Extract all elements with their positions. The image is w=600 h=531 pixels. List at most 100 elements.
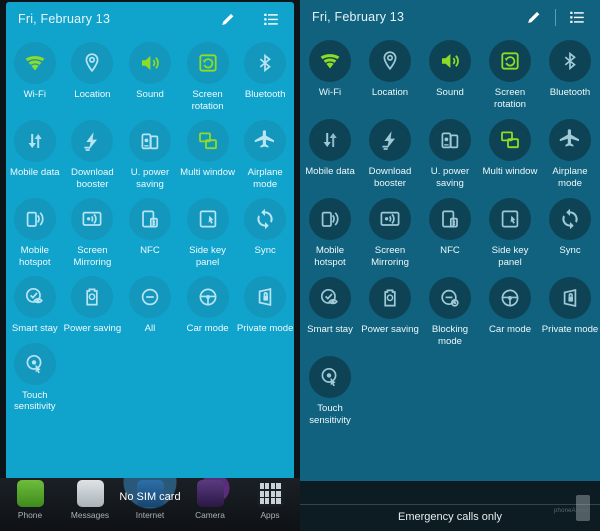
toggle-smart-stay[interactable]: Smart stay [300, 273, 360, 352]
list-icon[interactable] [566, 6, 588, 28]
touch-sensitivity-icon [309, 356, 351, 398]
toggle-bluetooth[interactable]: Bluetooth [236, 38, 294, 116]
home-screen-background: Phone Messages Internet Camera Apps No S… [0, 478, 300, 531]
sync-icon [244, 198, 287, 240]
toggle-label: Private mode [541, 324, 599, 335]
wifi-icon [13, 42, 56, 84]
no-sim-toast: No SIM card [119, 491, 181, 503]
toggle-screen-mirroring[interactable]: Screen Mirroring [360, 194, 420, 273]
toggle-mobile-data[interactable]: Mobile data [6, 116, 64, 194]
toggle-car-mode[interactable]: Car mode [480, 273, 540, 352]
blocking-mode-icon [429, 277, 471, 319]
power-saving-battery-icon [369, 277, 411, 319]
toggle-nfc[interactable]: NFC [420, 194, 480, 273]
toggle-label: Sound [136, 89, 164, 100]
dock-item-phone[interactable]: Phone [0, 478, 60, 531]
toggle-sound[interactable]: Sound [420, 36, 480, 115]
sync-icon [549, 198, 591, 240]
toggle-wifi[interactable]: Wi-Fi [300, 36, 360, 115]
toggle-label: Mobile hotspot [19, 245, 51, 268]
toggle-ultra-power-saving[interactable]: U. power saving [420, 115, 480, 194]
dual-screenshot-comparison: Fri, February 13 Wi-Fi Location Sound Sc… [0, 0, 600, 531]
dock-item-messages[interactable]: Messages [60, 478, 120, 531]
toggle-bluetooth[interactable]: Bluetooth [540, 36, 600, 115]
toggle-ultra-power-saving[interactable]: U. power saving [121, 116, 179, 194]
toggle-airplane-mode[interactable]: Airplane mode [540, 115, 600, 194]
toggle-multi-window[interactable]: Multi window [480, 115, 540, 194]
home-dock: Phone Messages Internet Camera Apps [0, 478, 300, 531]
toggle-sound[interactable]: Sound [121, 38, 179, 116]
toggle-airplane-mode[interactable]: Airplane mode [236, 116, 294, 194]
list-icon[interactable] [260, 8, 282, 30]
toggle-label: U. power saving [130, 167, 170, 190]
toggle-label: Touch sensitivity [309, 403, 351, 426]
toggle-screen-mirroring[interactable]: Screen Mirroring [64, 194, 122, 272]
toggle-touch-sensitivity[interactable]: Touch sensitivity [300, 352, 360, 431]
dock-label: Apps [260, 510, 280, 520]
toggle-label: Smart stay [307, 324, 353, 335]
screen-rotation-icon [489, 40, 531, 82]
watermark-label: phoneArena [554, 508, 589, 514]
smart-stay-eye-icon [13, 276, 56, 318]
toggle-location[interactable]: Location [64, 38, 122, 116]
toggle-label: Touch sensitivity [14, 389, 56, 413]
toggle-mobile-hotspot[interactable]: Mobile hotspot [6, 194, 64, 272]
toggle-private-mode[interactable]: Private mode [236, 272, 294, 339]
toggle-label: Screen rotation [494, 87, 526, 110]
divider-line [300, 504, 600, 505]
dock-label: Messages [70, 510, 110, 520]
toggle-touch-sensitivity[interactable]: Touch sensitivity [6, 339, 64, 417]
toggle-private-mode[interactable]: Private mode [540, 273, 600, 352]
toggle-sync[interactable]: Sync [540, 194, 600, 273]
toggle-sync[interactable]: Sync [236, 194, 294, 272]
mobile-data-icon [13, 120, 56, 162]
toggle-location[interactable]: Location [360, 36, 420, 115]
toggle-side-key-panel[interactable]: Side key panel [480, 194, 540, 273]
toggle-placeholder [360, 352, 420, 431]
nfc-icon [128, 198, 171, 240]
toggle-power-saving[interactable]: Power saving [64, 272, 121, 339]
toggle-wifi[interactable]: Wi-Fi [6, 38, 64, 116]
toggle-download-booster[interactable]: Download booster [64, 116, 122, 194]
power-saving-battery-icon [71, 276, 114, 318]
toggle-row: Mobile data Download booster U. power sa… [300, 115, 600, 194]
ultra-power-saving-icon [429, 119, 471, 161]
toggle-label: Location [74, 89, 111, 100]
toggle-screen-rotation[interactable]: Screen rotation [480, 36, 540, 115]
screen-mirroring-icon [369, 198, 411, 240]
toggle-power-saving[interactable]: Power saving [360, 273, 420, 352]
ultra-power-saving-icon [128, 120, 171, 162]
toggle-mobile-hotspot[interactable]: Mobile hotspot [300, 194, 360, 273]
panel-header-right: Fri, February 13 [300, 0, 600, 34]
toggle-blocking-mode[interactable]: Blocking mode [420, 273, 480, 352]
toggle-row: Smart stay Power saving [6, 272, 294, 339]
toggle-car-mode[interactable]: Car mode [179, 272, 237, 339]
toggle-download-booster[interactable]: Download booster [360, 115, 420, 194]
toggle-mobile-data[interactable]: Mobile data [300, 115, 360, 194]
dock-item-apps[interactable]: Apps [240, 478, 300, 531]
toggle-all[interactable]: All [121, 272, 179, 339]
toggle-label: Mobile data [305, 166, 355, 177]
toggle-label: Car mode [488, 324, 532, 335]
left-screen: Fri, February 13 Wi-Fi Location Sound Sc… [0, 0, 300, 531]
toggle-screen-rotation[interactable]: Screen rotation [179, 38, 237, 116]
dock-item-internet[interactable]: Internet [120, 478, 180, 531]
pencil-icon[interactable] [217, 8, 239, 30]
bluetooth-icon [549, 40, 591, 82]
toggle-label: Airplane mode [552, 166, 588, 189]
toggle-row: Smart stay Power saving [300, 273, 600, 352]
date-label: Fri, February 13 [18, 12, 111, 26]
pencil-icon[interactable] [523, 6, 545, 28]
toggle-smart-stay[interactable]: Smart stay [6, 272, 64, 339]
toggle-placeholder [540, 352, 600, 431]
dock-item-camera[interactable]: Camera [180, 478, 240, 531]
toggle-row: Mobile hotspot Screen Mirroring NFC Side… [6, 194, 294, 272]
camera-icon [196, 480, 224, 507]
toggle-multi-window[interactable]: Multi window [179, 116, 237, 194]
sound-speaker-icon [128, 42, 171, 84]
toggle-label: NFC [440, 245, 460, 256]
toggle-nfc[interactable]: NFC [121, 194, 179, 272]
toggle-side-key-panel[interactable]: Side key panel [179, 194, 237, 272]
toggle-label: Screen Mirroring [371, 245, 409, 268]
toggle-label: Download booster [368, 166, 412, 189]
